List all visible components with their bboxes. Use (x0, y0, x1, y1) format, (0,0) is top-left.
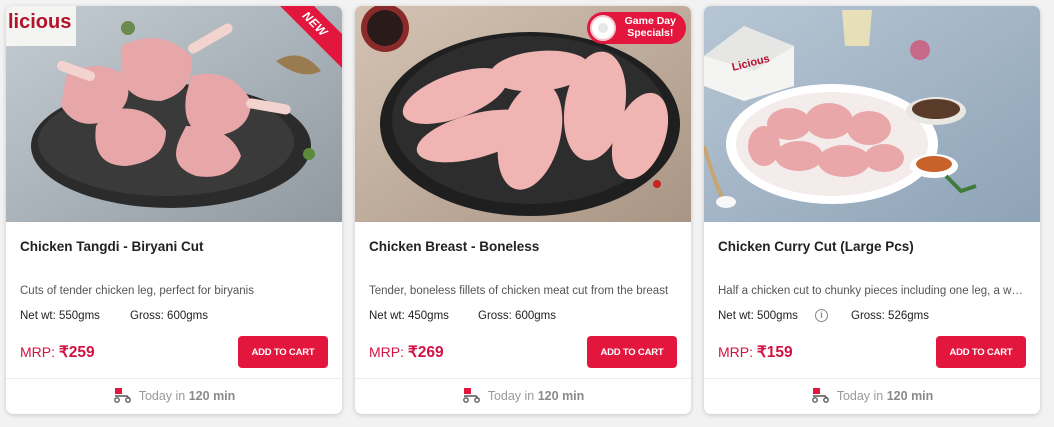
delivery-prefix: Today in (138, 389, 186, 403)
mrp-label: MRP: (369, 344, 404, 360)
gross-weight: Gross: 526gms (851, 310, 929, 322)
delivery-scooter-icon (113, 387, 133, 406)
delivery-info: Today in 120 min (355, 387, 691, 406)
add-to-cart-button[interactable]: ADD TO CART (936, 336, 1026, 368)
delivery-time: 120 min (188, 389, 236, 403)
divider (704, 378, 1040, 379)
product-card[interactable]: Licious Chicken Curry Cut (Large Pcs) Ha… (704, 6, 1040, 414)
net-weight: Net wt: 450gms (369, 310, 449, 322)
net-weight: Net wt: 500gms (718, 310, 798, 322)
product-image[interactable]: licious NEW (6, 6, 342, 222)
product-image[interactable]: Licious (704, 6, 1040, 222)
product-title[interactable]: Chicken Curry Cut (Large Pcs) (718, 239, 914, 254)
divider (6, 378, 342, 379)
price-amount: ₹269 (407, 344, 444, 361)
badge-line-1: Game Day (624, 15, 676, 27)
badge-line-2: Specials! (627, 27, 674, 39)
price-amount: ₹259 (58, 344, 95, 361)
mrp-label: MRP: (718, 344, 753, 360)
gross-weight: Gross: 600gms (130, 310, 208, 322)
delivery-time: 120 min (537, 389, 585, 403)
price-amount: ₹159 (756, 344, 793, 361)
product-description: Tender, boneless fillets of chicken meat… (369, 285, 669, 297)
weight-info: Net wt: 500gms i Gross: 526gms (718, 309, 929, 322)
add-to-cart-button[interactable]: ADD TO CART (587, 336, 677, 368)
delivery-info: Today in 120 min (6, 387, 342, 406)
info-icon[interactable]: i (815, 309, 828, 322)
price: MRP: ₹259 (20, 343, 95, 362)
product-card[interactable]: licious NEW Chicken Tangdi - Biryani Cut… (6, 6, 342, 414)
box-brand-text: licious (8, 11, 71, 33)
delivery-prefix: Today in (487, 389, 535, 403)
product-description: Half a chicken cut to chunky pieces incl… (718, 285, 1024, 297)
delivery-scooter-icon (811, 387, 831, 406)
product-title[interactable]: Chicken Tangdi - Biryani Cut (20, 239, 204, 254)
product-card[interactable]: Game Day Specials! Chicken Breast - Bone… (355, 6, 691, 414)
game-day-badge: Game Day Specials! (586, 12, 686, 44)
gross-weight: Gross: 600gms (478, 310, 556, 322)
mrp-label: MRP: (20, 344, 55, 360)
price: MRP: ₹159 (718, 343, 793, 362)
weight-info: Net wt: 450gms Gross: 600gms (369, 310, 556, 322)
price: MRP: ₹269 (369, 343, 444, 362)
product-image[interactable]: Game Day Specials! (355, 6, 691, 222)
delivery-info: Today in 120 min (704, 387, 1040, 406)
add-to-cart-button[interactable]: ADD TO CART (238, 336, 328, 368)
weight-info: Net wt: 550gms Gross: 600gms (20, 310, 208, 322)
badge-ball-icon (589, 15, 616, 41)
delivery-time: 120 min (886, 389, 934, 403)
net-weight: Net wt: 550gms (20, 310, 100, 322)
product-description: Cuts of tender chicken leg, perfect for … (20, 285, 254, 297)
delivery-scooter-icon (462, 387, 482, 406)
divider (355, 378, 691, 379)
delivery-prefix: Today in (836, 389, 884, 403)
product-title[interactable]: Chicken Breast - Boneless (369, 239, 539, 254)
